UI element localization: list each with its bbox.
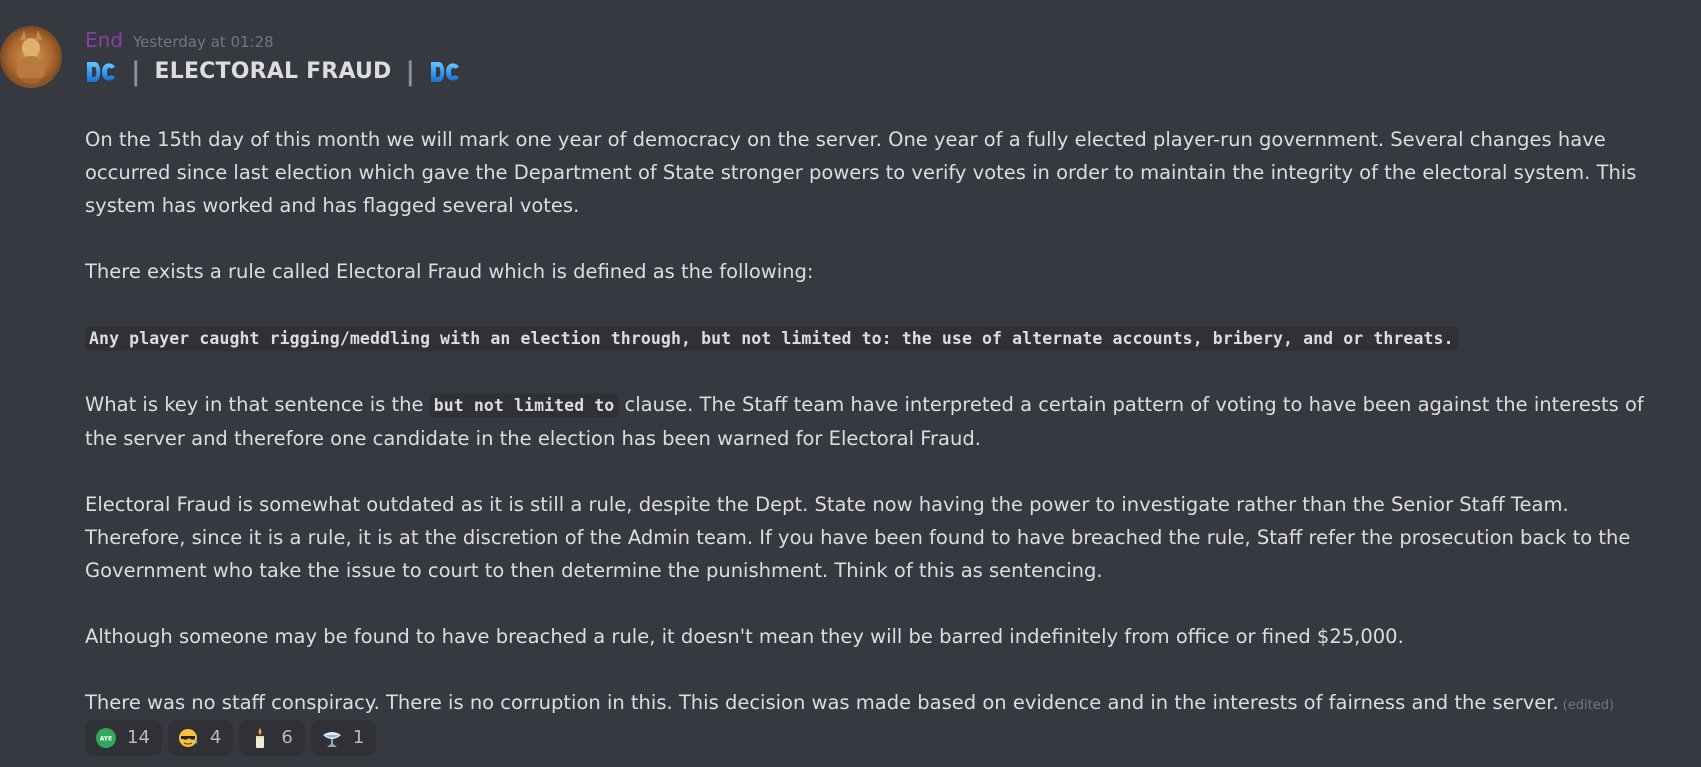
paragraph: What is key in that sentence is the but … [85,388,1675,455]
paragraph: On the 15th day of this month we will ma… [85,128,1637,217]
title-separator: | [131,57,141,87]
inline-code: Any player caught rigging/meddling with … [85,326,1458,351]
message-body: On the 15th day of this month we will ma… [85,123,1675,722]
message-header: End Yesterday at 01:28 [85,27,274,53]
paragraph: There was no staff conspiracy. There is … [85,686,1675,722]
code-paragraph: Any player caught rigging/meddling with … [85,321,1675,355]
paragraph: Electoral Fraud is somewhat outdated as … [85,493,1631,582]
edited-label: (edited) [1562,698,1615,713]
paragraph: Although someone may be found to have br… [85,625,1404,648]
satellite-dish-icon [321,727,343,749]
reaction-candle[interactable]: 6 [239,720,305,756]
paragraph-text: What is key in that sentence is the [85,393,430,416]
inline-code: but not limited to [429,393,619,418]
avatar[interactable] [0,26,62,88]
reaction-satellite[interactable]: 1 [310,720,377,756]
dc-logo-icon [429,59,461,85]
username[interactable]: End [85,27,123,53]
reactions-bar: AYE 14 4 6 1 [85,720,377,756]
reaction-aye[interactable]: AYE 14 [85,720,162,756]
title-text: ELECTORAL FRAUD [154,59,392,84]
avatar-image [0,26,62,88]
title-separator: | [405,57,416,87]
paragraph: There exists a rule called Electoral Fra… [85,260,814,283]
svg-text:AYE: AYE [100,736,113,743]
aye-icon: AYE [95,727,117,749]
reaction-sunglasses-sweat[interactable]: 4 [167,720,234,756]
reaction-count: 1 [352,727,365,748]
message-title: | ELECTORAL FRAUD | [85,55,461,89]
paragraph-text: There was no staff conspiracy. There is … [85,691,1559,714]
candle-icon [249,727,271,749]
message: End Yesterday at 01:28 | ELECTORAL FRAUD… [0,0,1701,767]
timestamp[interactable]: Yesterday at 01:28 [133,29,274,55]
reaction-count: 14 [127,727,150,748]
reaction-count: 4 [209,727,222,748]
reaction-count: 6 [281,727,293,748]
dc-logo-icon [85,59,117,85]
sunglasses-sweat-icon [178,727,200,749]
